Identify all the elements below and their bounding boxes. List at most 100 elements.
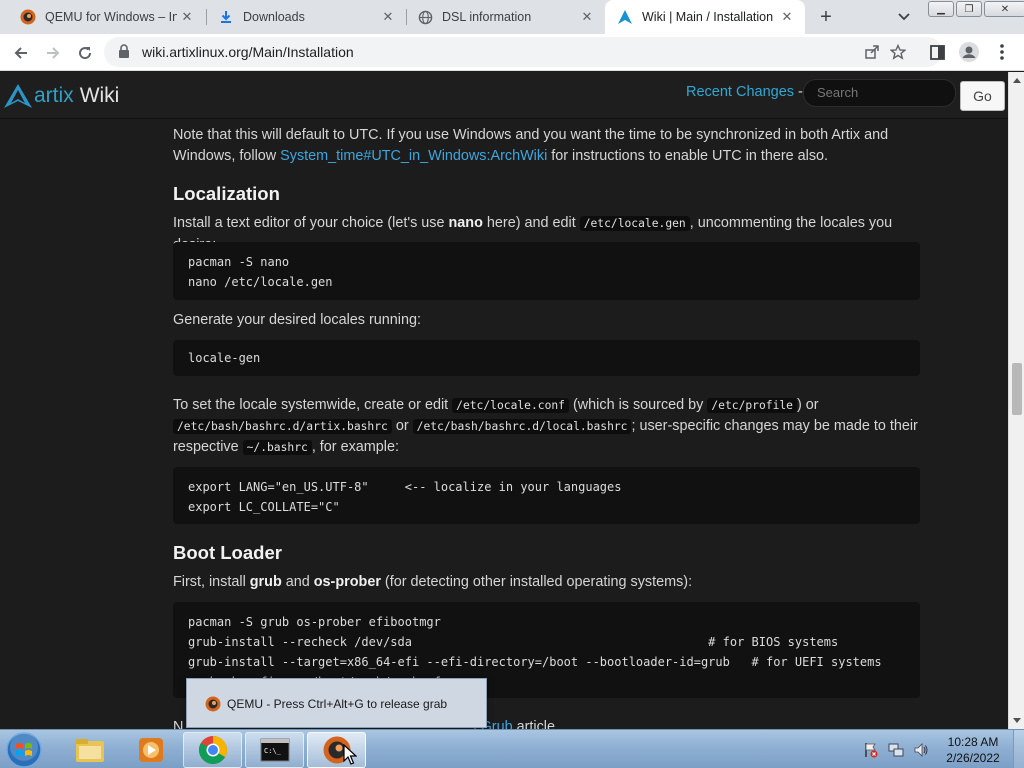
text: (which is sourced by [568, 397, 708, 413]
back-arrow-icon [14, 47, 27, 59]
recent-changes-link[interactable]: Recent Changes [686, 84, 794, 100]
system-tray [862, 738, 937, 762]
code-line: pacman -S grub os-prober efibootmgr [188, 615, 441, 629]
taskbar-media-player[interactable] [121, 732, 180, 768]
browser-toolbar: wiki.artixlinux.org/Main/Installation [0, 34, 1024, 71]
inline-code: /etc/profile [707, 398, 797, 413]
start-button[interactable] [5, 731, 43, 768]
go-button[interactable]: Go [960, 81, 1005, 111]
tab-downloads[interactable]: Downloads ✕ [198, 0, 406, 34]
logo-artix-text: artix [34, 84, 74, 107]
inline-code: ~/.bashrc [242, 440, 312, 455]
reload-icon [79, 47, 92, 60]
code-line: nano /etc/locale.gen [188, 275, 333, 289]
text: here) and edit [482, 215, 580, 231]
code-line: locale-gen [188, 351, 261, 365]
text: (for detecting other installed operating… [380, 574, 693, 590]
code-line: export LANG="en_US.UTF-8" <-- localize i… [188, 480, 622, 494]
wiki-header: artix Wiki Recent Changes - Search Go [0, 72, 1008, 119]
close-tab-icon[interactable]: ✕ [177, 7, 197, 27]
network-icon[interactable] [887, 741, 905, 759]
profile-avatar-icon[interactable] [959, 42, 979, 62]
qemu-preview-text: QEMU - Press Ctrl+Alt+G to release grab [227, 697, 448, 711]
taskbar-cmd[interactable]: C:\_ [245, 732, 304, 768]
qemu-icon [20, 9, 36, 25]
tab-title: QEMU for Windows – Installation [45, 10, 177, 24]
system-time-link[interactable]: System_time#UTC_in_Windows:ArchWiki [280, 148, 547, 164]
windows-logo-icon [6, 732, 42, 768]
more-menu-icon[interactable] [992, 42, 1012, 62]
inline-code: /etc/bash/bashrc.d/artix.bashrc [173, 419, 392, 434]
qemu-taskbar-preview[interactable]: QEMU - Press Ctrl+Alt+G to release grab [186, 678, 487, 728]
scroll-down-arrow-icon[interactable] [1009, 713, 1024, 729]
url-text[interactable]: wiki.artixlinux.org/Main/Installation [142, 44, 354, 60]
system-clock[interactable]: 10:28 AM 2/26/2022 [938, 734, 1008, 766]
tab-wiki-installation[interactable]: Wiki | Main / Installation ✕ [605, 0, 805, 34]
address-bar[interactable]: wiki.artixlinux.org/Main/Installation [104, 37, 942, 67]
heading-boot-loader: Boot Loader [173, 542, 282, 563]
forward-button[interactable] [40, 40, 66, 66]
artix-logo-icon [4, 84, 32, 108]
side-panel-icon[interactable] [927, 42, 947, 62]
mouse-cursor-icon [343, 744, 357, 765]
code-block-export: export LANG="en_US.UTF-8" <-- localize i… [173, 467, 920, 524]
back-button[interactable] [8, 40, 34, 66]
inline-code: /etc/locale.gen [579, 216, 690, 231]
scroll-thumb[interactable] [1012, 363, 1022, 415]
heading-localization: Localization [173, 183, 280, 204]
scroll-up-arrow-icon[interactable] [1009, 72, 1024, 88]
media-player-icon [138, 738, 163, 762]
chevron-down-icon [898, 13, 910, 21]
new-tab-button[interactable]: + [813, 5, 839, 29]
inline-code: /etc/locale.conf [452, 398, 569, 413]
code-line: pacman -S nano [188, 255, 290, 269]
window-controls: ▁ ❐ ✕ [928, 1, 1024, 17]
taskbar-explorer[interactable] [60, 732, 119, 768]
show-desktop-button[interactable] [1013, 730, 1024, 768]
text: article. [512, 719, 559, 729]
close-tab-icon[interactable]: ✕ [577, 7, 597, 27]
download-icon [218, 9, 234, 25]
tab-qemu[interactable]: QEMU for Windows – Installation ✕ [0, 0, 205, 34]
text: or [391, 418, 413, 434]
text: Install a text editor of your choice (le… [173, 215, 449, 231]
code-block-locale-gen: locale-gen [173, 340, 920, 376]
separator-dash: - [794, 84, 803, 100]
chrome-icon [198, 736, 227, 764]
lock-icon[interactable] [118, 44, 130, 64]
qemu-preview-title[interactable]: QEMU - Press Ctrl+Alt+G to release grab [195, 691, 478, 717]
bold-text: grub [249, 574, 282, 590]
tab-title: Wiki | Main / Installation [642, 10, 774, 24]
taskbar-qemu[interactable] [307, 732, 366, 768]
utc-note-paragraph: Note that this will default to UTC. If y… [173, 125, 923, 166]
bold-text: os-prober [313, 574, 381, 590]
text: To set the locale systemwide, create or … [173, 397, 453, 413]
tab-search-button[interactable] [893, 7, 915, 27]
tab-strip: QEMU for Windows – Installation ✕ Downlo… [0, 0, 1024, 34]
minimize-button[interactable]: ▁ [928, 1, 954, 17]
code-line: export LC_COLLATE="C" [188, 500, 340, 514]
install-grub-paragraph: First, install grub and os-prober (for d… [173, 572, 923, 593]
share-icon[interactable] [863, 43, 881, 61]
bookmark-star-icon[interactable] [889, 43, 907, 61]
restore-button[interactable]: ❐ [956, 1, 982, 17]
taskbar-chrome[interactable] [183, 732, 242, 768]
artix-icon [617, 9, 633, 25]
text: First, install [173, 574, 250, 590]
text: , for example: [311, 439, 399, 455]
reload-button[interactable] [72, 40, 98, 66]
tab-dsl[interactable]: DSL information ✕ [397, 0, 605, 34]
action-center-flag-icon[interactable] [862, 741, 880, 759]
artix-wiki-logo[interactable]: artix Wiki [3, 82, 119, 110]
logo-wiki-text: Wiki [79, 84, 120, 107]
svg-text:C:\_: C:\_ [264, 747, 282, 755]
close-tab-icon[interactable]: ✕ [777, 7, 797, 27]
text: for instructions to enable UTC in there … [547, 147, 829, 164]
volume-icon[interactable] [912, 741, 930, 759]
tab-title: DSL information [442, 10, 532, 24]
close-window-button[interactable]: ✕ [984, 1, 1024, 17]
close-tab-icon[interactable]: ✕ [378, 7, 398, 27]
page-scrollbar[interactable] [1008, 72, 1024, 729]
generate-locales-paragraph: Generate your desired locales running: [173, 312, 421, 328]
wiki-search-input[interactable]: Search [803, 79, 956, 107]
